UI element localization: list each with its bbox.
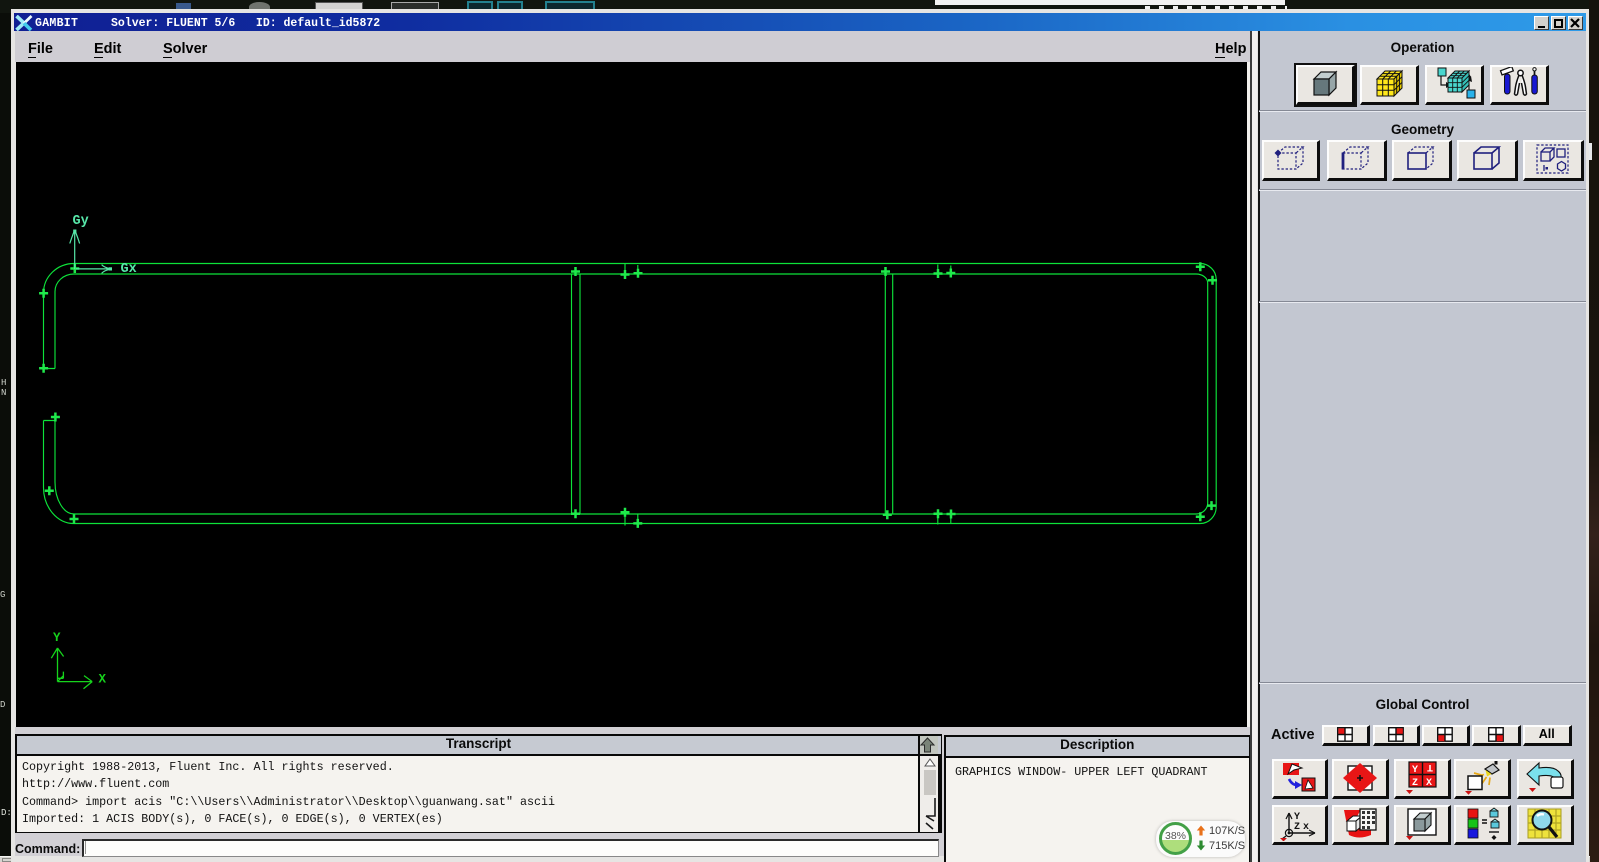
svg-text:x: x xyxy=(1303,822,1309,833)
svg-text:T: T xyxy=(1426,761,1432,772)
svg-text:Y: Y xyxy=(1412,765,1418,776)
svg-text:Y: Y xyxy=(53,631,61,645)
svg-text:Gx: Gx xyxy=(121,262,137,277)
svg-text:Z: Z xyxy=(1412,778,1418,789)
svg-text:X: X xyxy=(99,673,107,687)
svg-text:Z: Z xyxy=(1294,822,1300,833)
svg-text:Gy: Gy xyxy=(73,214,89,229)
svg-text:X: X xyxy=(1426,778,1432,789)
